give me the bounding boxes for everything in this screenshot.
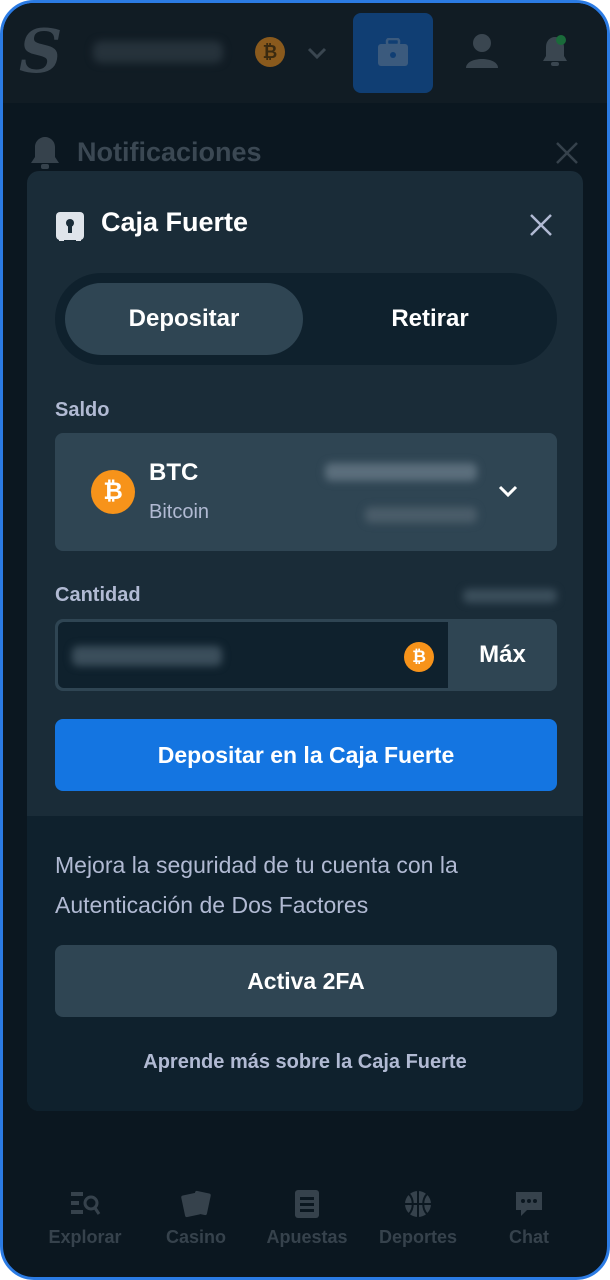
bottom-navigation: Explorar Casino Apuestas Deportes Chat [3,1173,607,1273]
top-bar: S ₿ [3,3,607,103]
nav-label: Deportes [378,1227,458,1247]
chevron-down-icon [498,485,518,498]
nav-explorar[interactable]: Explorar [30,1189,140,1248]
fiat-balance-hidden [365,507,477,523]
deposit-to-vault-button[interactable]: Depositar en la Caja Fuerte [55,719,557,791]
chat-icon [516,1192,542,1216]
betslip-icon [295,1190,319,1218]
modal-title: Caja Fuerte [101,207,249,237]
chevron-down-icon [307,47,327,60]
basketball-icon [405,1191,431,1217]
nav-label: Chat [509,1227,549,1247]
tab-retirar[interactable]: Retirar [311,283,549,355]
balance-label: Saldo [55,399,110,421]
nav-label: Explorar [48,1227,122,1247]
nav-casino[interactable]: Casino [141,1189,251,1248]
amount-input[interactable]: ₿ [58,622,448,688]
bell-icon[interactable] [535,31,575,71]
notifications-title: Notificaciones [77,137,262,167]
nav-apuestas[interactable]: Apuestas [252,1189,362,1248]
tab-depositar[interactable]: Depositar [65,283,303,355]
bitcoin-icon: ₿ [404,642,434,672]
nav-label: Casino [165,1227,226,1247]
cards-icon [181,1190,211,1218]
bitcoin-icon: ₿ [91,470,135,514]
wallet-button[interactable] [353,13,433,93]
wallet-icon [378,38,408,66]
amount-label: Cantidad [55,584,141,606]
currency-code: BTC [149,459,199,486]
user-icon[interactable] [465,33,499,69]
app-frame: S ₿ Notificaciones Explorar Casino Apues… [0,0,610,1280]
bell-icon [31,137,59,169]
vault-icon [56,212,84,241]
currency-name: Bitcoin [149,501,210,523]
enable-2fa-button[interactable]: Activa 2FA [55,945,557,1017]
logo: S [19,17,63,87]
nav-deportes[interactable]: Deportes [363,1189,473,1248]
security-message: Mejora la seguridad de tu cuenta con la … [55,852,458,918]
deposit-withdraw-tabs: Depositar Retirar [55,273,557,365]
max-button[interactable]: Máx [451,622,554,688]
crypto-balance-hidden [325,463,477,481]
notifications-header: Notificaciones [27,133,587,173]
fiat-amount-hidden [463,589,557,603]
browse-icon [71,1192,101,1215]
amount-value-hidden [72,646,222,666]
close-icon[interactable] [527,211,555,239]
nav-chat[interactable]: Chat [474,1189,584,1248]
amount-field: ₿ Máx [55,619,557,691]
bitcoin-icon: ₿ [255,37,285,67]
currency-select[interactable]: ₿ BTC Bitcoin [55,433,557,551]
close-icon[interactable] [555,141,579,165]
nav-label: Apuestas [266,1227,348,1247]
balance-display [93,41,223,63]
vault-modal: Caja Fuerte Depositar Retirar Saldo ₿ BT… [27,171,583,1111]
learn-more-link[interactable]: Aprende más sobre la Caja Fuerte [27,1051,583,1074]
